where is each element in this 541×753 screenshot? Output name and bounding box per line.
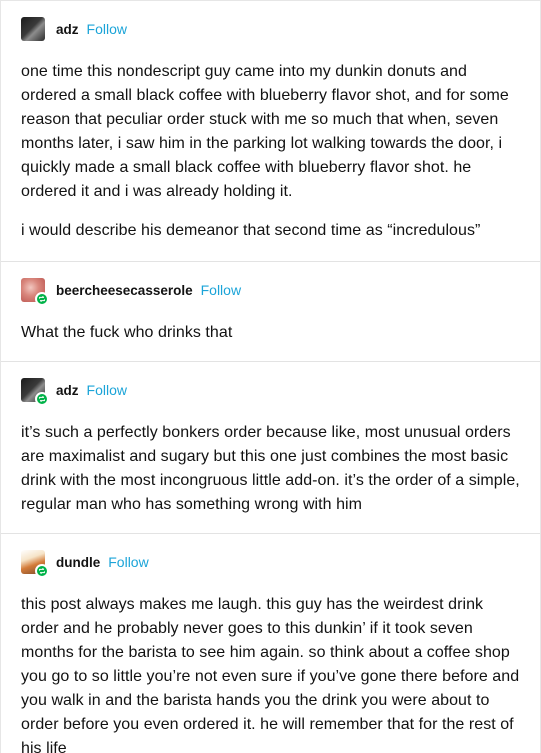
paragraph: one time this nondescript guy came into …	[21, 63, 509, 200]
post-body: What the fuck who drinks that	[21, 321, 522, 345]
paragraph: this post always makes me laugh. this gu…	[21, 596, 520, 753]
reblog-icon	[35, 564, 49, 578]
reblog-icon	[35, 392, 49, 406]
reblog-header: beercheesecasserole Follow	[21, 278, 522, 306]
reblog-icon	[35, 292, 49, 306]
username-link[interactable]: adz	[56, 383, 79, 398]
follow-button[interactable]: Follow	[87, 382, 127, 398]
username-link[interactable]: dundle	[56, 555, 100, 570]
paragraph: What the fuck who drinks that	[21, 324, 233, 341]
post-body: this post always makes me laugh. this gu…	[21, 593, 522, 753]
reblog-entry: dundle Follow this post always makes me …	[1, 534, 540, 753]
user-avatar-icon[interactable]	[21, 550, 49, 578]
reblog-header: adz Follow	[21, 17, 522, 41]
follow-button[interactable]: Follow	[108, 554, 148, 570]
username-link[interactable]: adz	[56, 22, 79, 37]
post-body: one time this nondescript guy came into …	[21, 60, 522, 243]
reblog-header: adz Follow	[21, 378, 522, 406]
user-avatar-icon[interactable]	[21, 17, 45, 41]
reblog-entry: adz Follow it’s such a perfectly bonkers…	[1, 362, 540, 534]
user-avatar-icon[interactable]	[21, 278, 49, 306]
username-link[interactable]: beercheesecasserole	[56, 283, 193, 298]
reblog-entry: adz Follow one time this nondescript guy…	[1, 1, 540, 262]
paragraph: i would describe his demeanor that secon…	[21, 222, 481, 239]
post-thread: adz Follow one time this nondescript guy…	[0, 0, 541, 753]
reblog-header: dundle Follow	[21, 550, 522, 578]
reblog-entry: beercheesecasserole Follow What the fuck…	[1, 262, 540, 362]
post-body: it’s such a perfectly bonkers order beca…	[21, 421, 522, 517]
follow-button[interactable]: Follow	[87, 21, 127, 37]
user-avatar-icon[interactable]	[21, 378, 49, 406]
follow-button[interactable]: Follow	[201, 282, 241, 298]
paragraph: it’s such a perfectly bonkers order beca…	[21, 424, 520, 513]
